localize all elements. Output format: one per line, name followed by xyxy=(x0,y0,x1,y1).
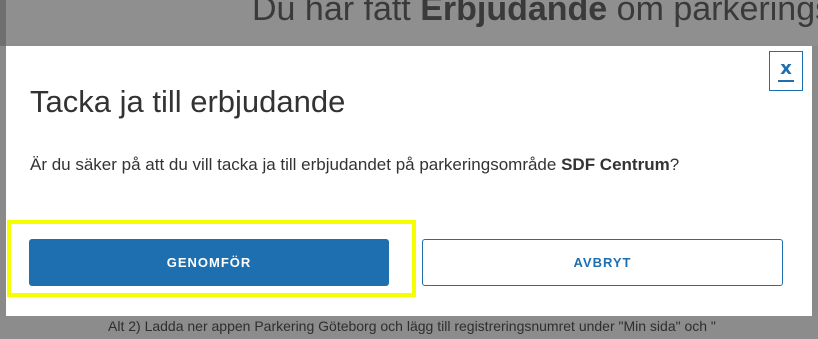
question-mark: ? xyxy=(669,155,680,174)
close-underline xyxy=(778,79,794,82)
close-button[interactable]: x xyxy=(769,51,803,91)
page-backdrop-top: Du har fått Erbjudande om parkerings xyxy=(0,0,818,46)
backdrop-heading-pre: Du har fått xyxy=(252,0,421,28)
question-text: Är du säker på att du vill tacka ja till… xyxy=(30,155,562,174)
confirm-dialog: x Tacka ja till erbjudande Är du säker p… xyxy=(6,46,812,316)
parking-area-name: SDF Centrum xyxy=(561,155,670,174)
confirm-button[interactable]: GENOMFÖR xyxy=(29,239,389,286)
page-backdrop-bottom: Alt 2) Ladda ner appen Parkering Götebor… xyxy=(0,316,818,339)
backdrop-left-bar xyxy=(0,0,6,46)
backdrop-heading-bold: Erbjudande xyxy=(420,0,608,28)
cancel-button[interactable]: AVBRYT xyxy=(422,239,783,286)
backdrop-instruction-text: Alt 2) Ladda ner appen Parkering Götebor… xyxy=(108,318,716,334)
close-icon: x xyxy=(780,57,792,79)
dialog-question: Är du säker på att du vill tacka ja till… xyxy=(30,150,770,180)
dialog-title: Tacka ja till erbjudande xyxy=(30,84,346,119)
backdrop-page-heading: Du har fått Erbjudande om parkerings xyxy=(252,0,818,29)
backdrop-heading-post: om parkerings xyxy=(607,0,818,28)
